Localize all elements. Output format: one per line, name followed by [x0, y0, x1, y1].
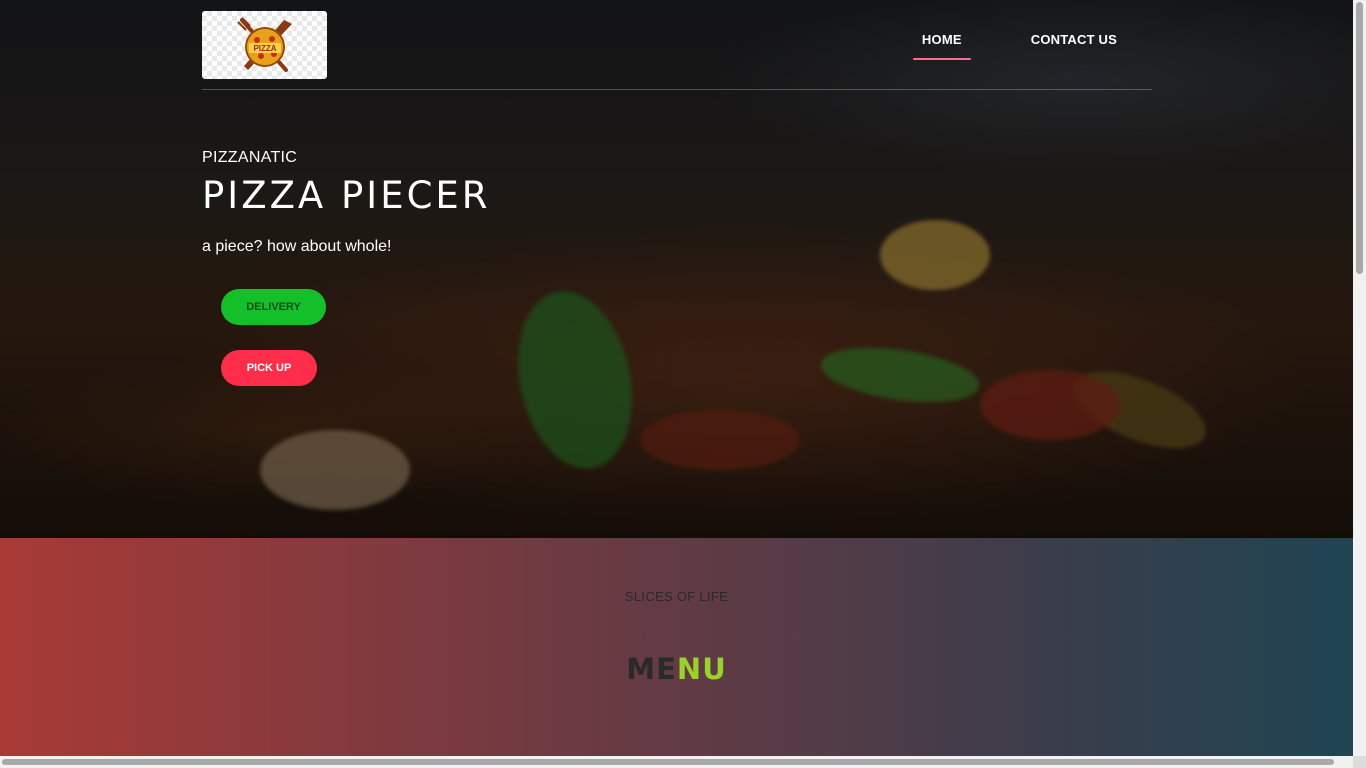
menu-heading: MENU	[0, 652, 1353, 686]
hero-tagline: a piece? how about whole!	[202, 238, 392, 255]
nav-home-link[interactable]: HOME	[912, 0, 971, 90]
site-logo[interactable]: PIZZA	[202, 11, 327, 79]
horizontal-scrollbar[interactable]	[0, 756, 1353, 768]
nav-contact-label: CONTACT US	[1030, 32, 1117, 47]
menu-heading-part1: ME	[626, 652, 677, 686]
main-nav: HOME CONTACT US	[912, 0, 1152, 90]
nav-contact-link[interactable]: CONTACT US	[1031, 0, 1117, 90]
hero-section: PIZZA HOME CONTACT US PIZZANATIC PIZZA P…	[0, 0, 1353, 538]
pickup-button[interactable]: PICK UP	[221, 350, 317, 386]
menu-section: SLICES OF LIFE MENU	[0, 538, 1353, 758]
pizza-logo-icon: PIZZA	[236, 17, 292, 72]
menu-kicker: SLICES OF LIFE	[624, 589, 729, 604]
svg-text:PIZZA: PIZZA	[253, 44, 276, 53]
horizontal-scrollbar-thumb[interactable]	[2, 759, 1334, 765]
header: PIZZA HOME CONTACT US	[202, 0, 1152, 90]
vertical-scrollbar[interactable]	[1353, 0, 1366, 768]
scrollbar-corner	[1353, 756, 1366, 768]
vertical-scrollbar-thumb[interactable]	[1356, 2, 1363, 274]
menu-heading-part2: NU	[676, 652, 727, 686]
hero-title: PIZZA PIECER	[202, 174, 491, 217]
hero-eyebrow: PIZZANATIC	[202, 149, 298, 166]
nav-home-label: HOME	[921, 32, 962, 47]
active-nav-underline	[912, 58, 971, 60]
delivery-button[interactable]: DELIVERY	[221, 289, 326, 325]
